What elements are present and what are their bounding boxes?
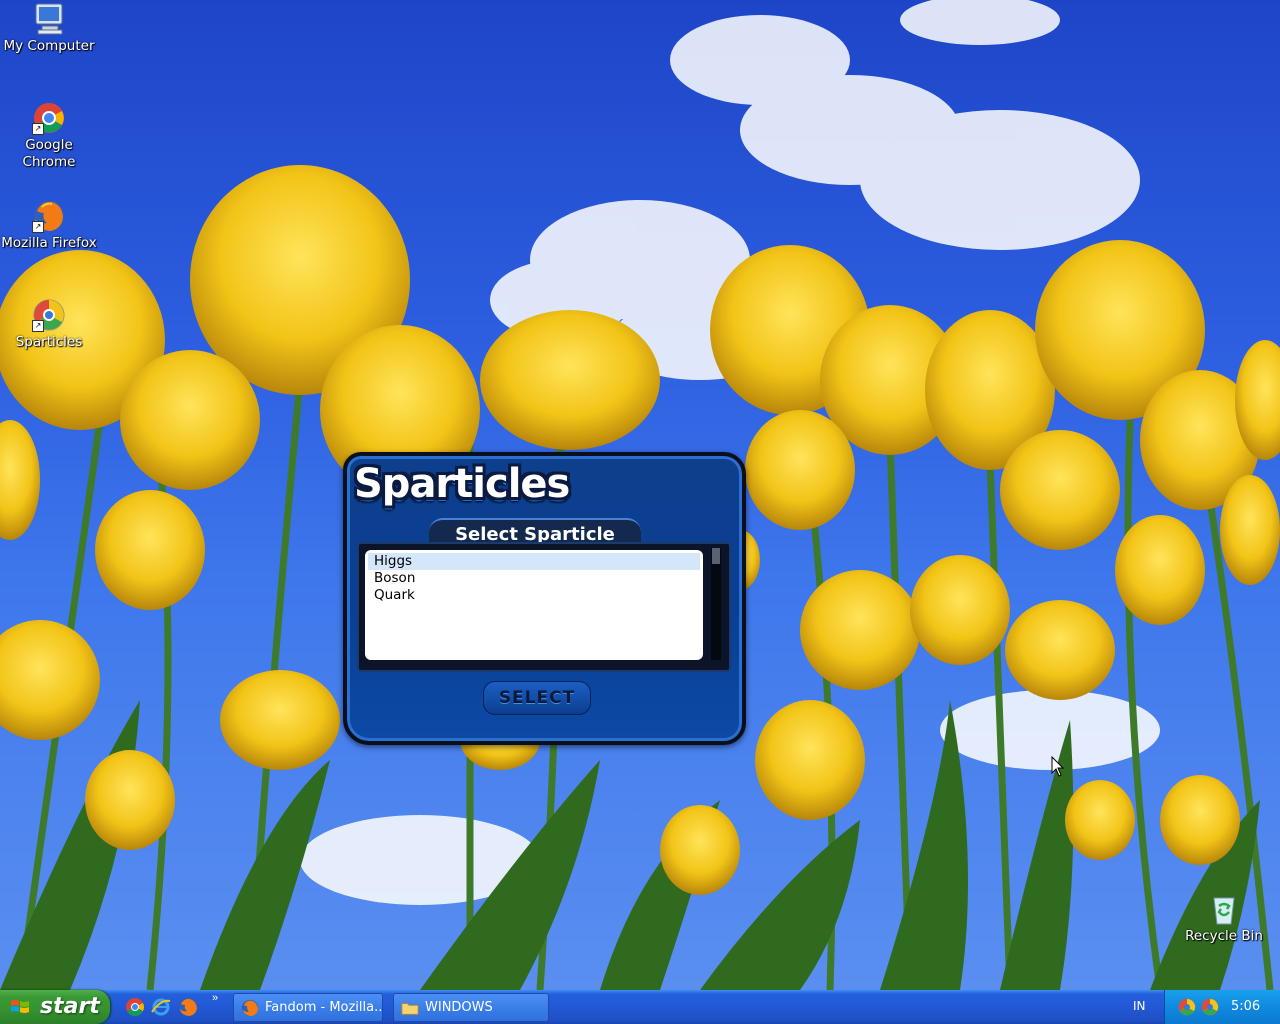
list-item-higgs[interactable]: Higgs: [368, 553, 700, 570]
sparticles-dialog[interactable]: Sparticles Select Sparticle Higgs Boson …: [343, 452, 746, 745]
quicklaunch-internet-explorer-icon[interactable]: [151, 997, 171, 1017]
task-button-fandom[interactable]: Fandom - Mozilla...: [233, 993, 383, 1022]
system-tray: 5:06: [1164, 990, 1280, 1024]
tray-app-icon[interactable]: [1201, 998, 1219, 1016]
sparticles-shortcut-icon: ↗: [32, 298, 66, 332]
clock[interactable]: 5:06: [1231, 999, 1260, 1014]
start-button[interactable]: start: [0, 990, 110, 1024]
task-button-windows-folder[interactable]: WINDOWS: [393, 993, 549, 1022]
desktop-icon-recycle-bin[interactable]: Recycle Bin: [1176, 892, 1272, 945]
desktop-icon-label: My Computer: [3, 38, 95, 54]
desktop-icon-sparticles[interactable]: ↗ Sparticles: [1, 298, 97, 351]
task-label: Fandom - Mozilla...: [265, 1000, 383, 1015]
windows-flag-icon: [11, 1000, 29, 1013]
desktop-icon-label: Sparticles: [15, 334, 83, 350]
quicklaunch-chrome-icon[interactable]: [125, 997, 145, 1017]
shortcut-arrow-icon: ↗: [32, 221, 44, 233]
quicklaunch-more-chevron[interactable]: »: [212, 992, 218, 1004]
recycle-bin-icon: [1207, 892, 1241, 926]
firefox-icon: [241, 999, 259, 1017]
shortcut-arrow-icon: ↗: [32, 123, 44, 135]
list-scrollbar[interactable]: [711, 548, 721, 660]
sparticle-listbox[interactable]: Higgs Boson Quark: [365, 550, 703, 660]
desktop-icon-label: Google Chrome: [22, 137, 76, 170]
my-computer-icon: [32, 2, 66, 36]
task-label: WINDOWS: [425, 1000, 493, 1015]
list-item-boson[interactable]: Boson: [368, 570, 700, 587]
desktop[interactable]: My Computer ↗ Google Chrome ↗ Mozilla Fi…: [0, 0, 1280, 990]
select-button[interactable]: SELECT: [483, 681, 591, 715]
folder-icon: [401, 1003, 419, 1015]
taskbar: start » Fandom - Mozilla... WINDOWS IN 5…: [0, 990, 1280, 1024]
shortcut-arrow-icon: ↗: [32, 320, 44, 332]
chrome-icon: ↗: [32, 101, 66, 135]
desktop-icon-google-chrome[interactable]: ↗ Google Chrome: [1, 101, 97, 171]
tray-app-icon[interactable]: [1178, 998, 1196, 1016]
sparticles-logo: Sparticles: [354, 461, 570, 507]
desktop-icon-my-computer[interactable]: My Computer: [1, 2, 97, 55]
desktop-icon-label: Mozilla Firefox: [1, 235, 97, 251]
sparticle-list-frame: Higgs Boson Quark: [357, 542, 731, 672]
scrollbar-thumb[interactable]: [712, 548, 720, 564]
desktop-icon-label: Recycle Bin: [1185, 928, 1263, 944]
start-label: start: [40, 994, 100, 1019]
mouse-cursor-icon: [1051, 756, 1065, 777]
language-indicator[interactable]: IN: [1133, 999, 1146, 1013]
list-item-quark[interactable]: Quark: [368, 587, 700, 604]
quicklaunch-firefox-icon[interactable]: [178, 997, 198, 1017]
desktop-icon-mozilla-firefox[interactable]: ↗ Mozilla Firefox: [1, 199, 97, 252]
firefox-icon: ↗: [32, 199, 66, 233]
